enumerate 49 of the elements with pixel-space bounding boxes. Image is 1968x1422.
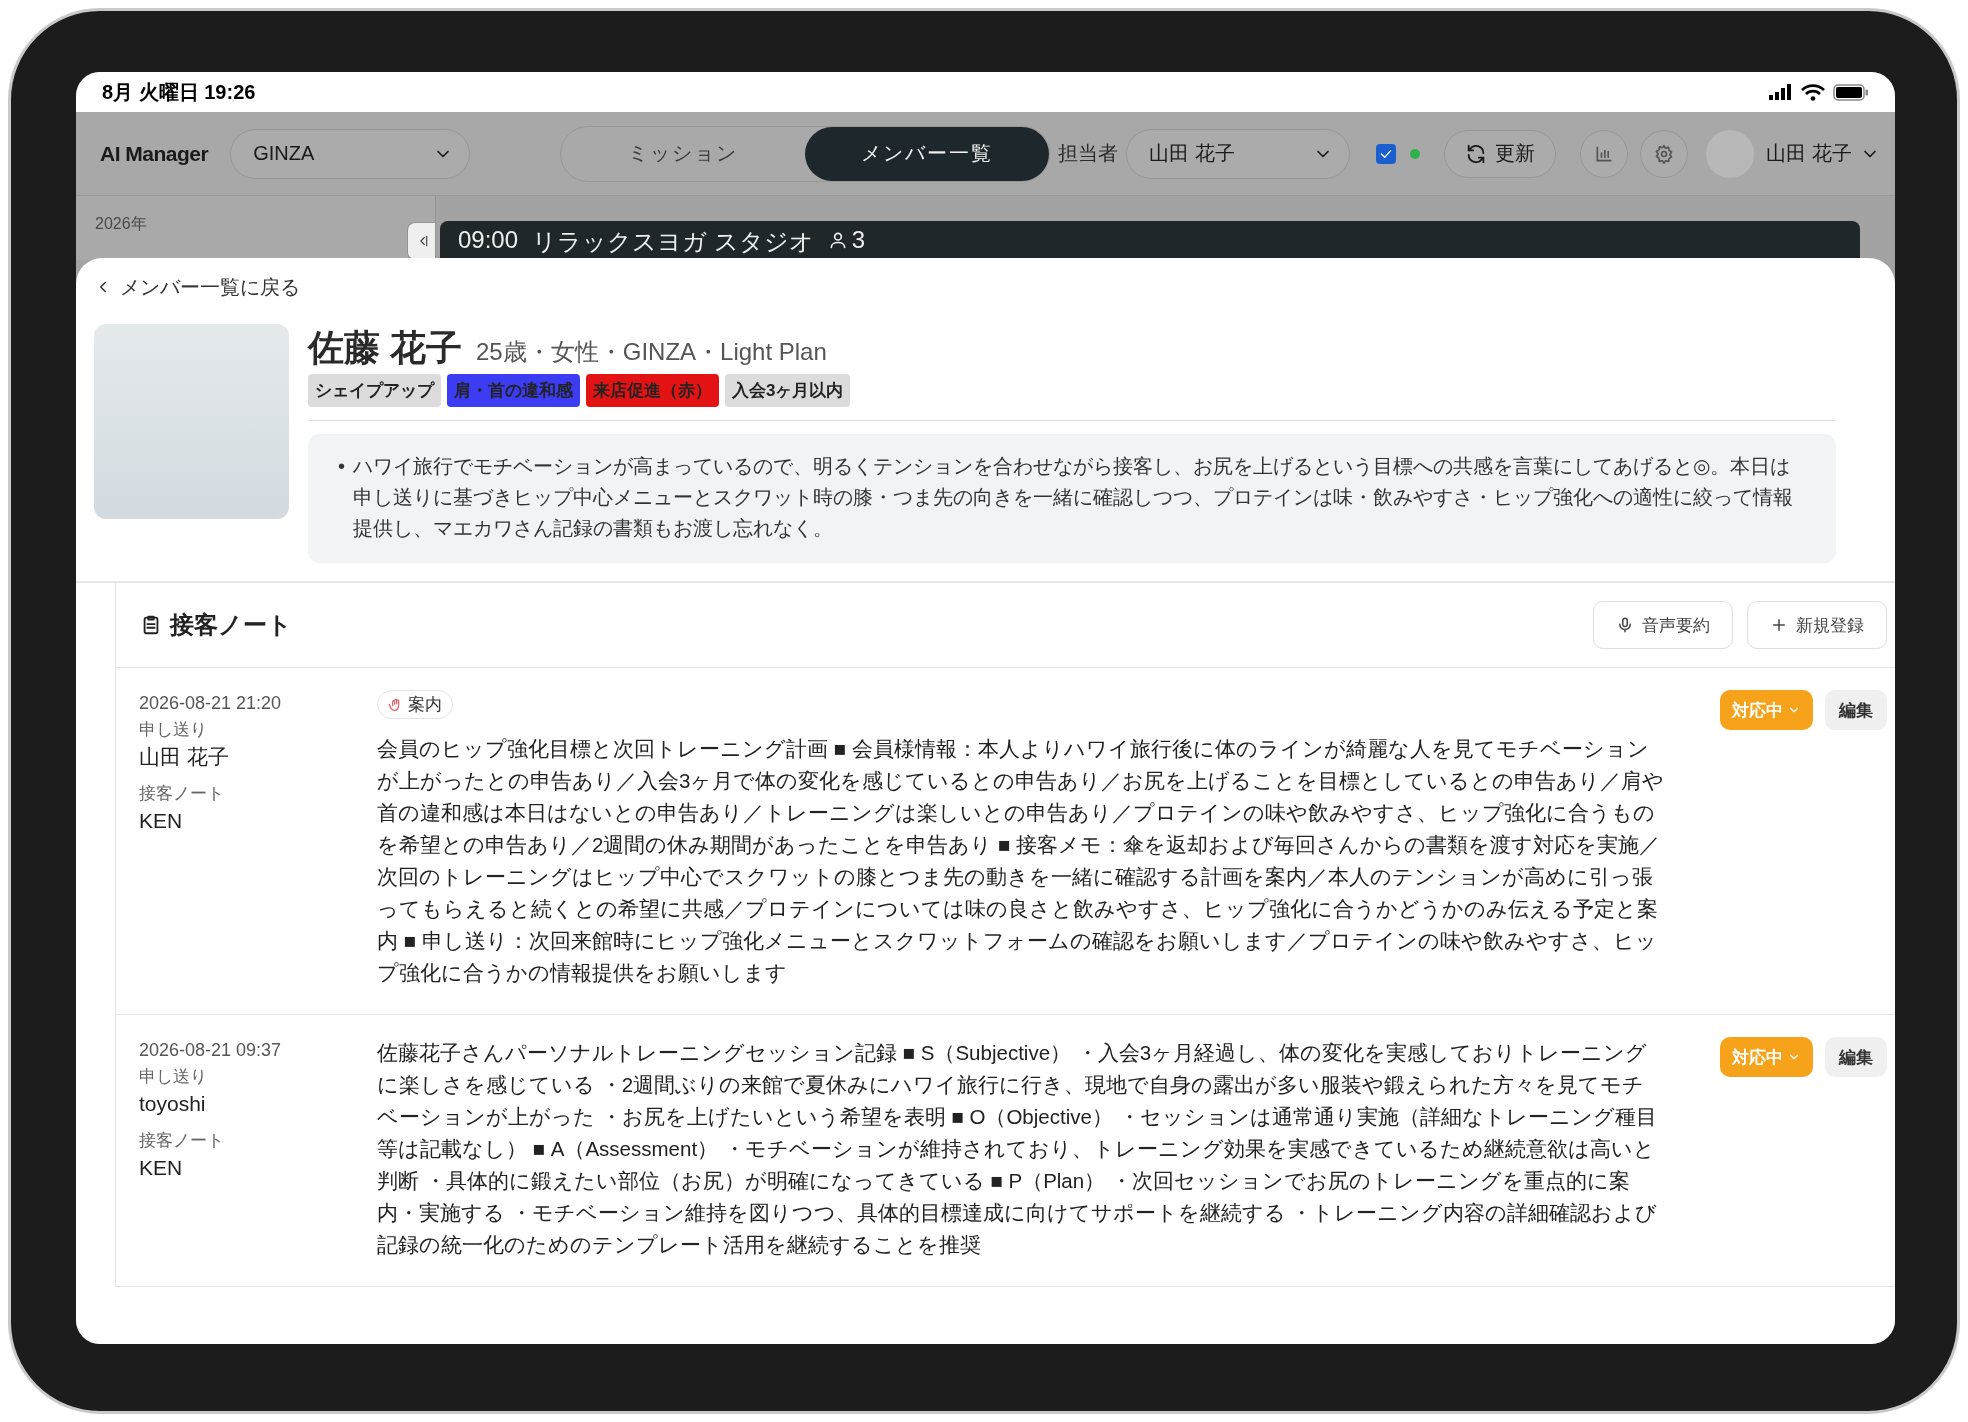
note-datetime: 2026-08-21 09:37 <box>139 1039 283 1062</box>
collapse-button[interactable] <box>407 222 435 260</box>
app-logo: AI Manager <box>100 141 209 166</box>
back-link[interactable]: メンバー一覧に戻る <box>94 272 300 302</box>
field-label: 接客ノート <box>139 783 225 805</box>
signal-icon <box>1769 84 1793 100</box>
person-icon <box>827 230 848 250</box>
note-datetime: 2026-08-21 21:20 <box>139 692 283 715</box>
tab[interactable]: メンバー一覧 <box>805 126 1050 181</box>
new-entry-button[interactable]: 新規登録 <box>1747 601 1887 649</box>
microphone-icon <box>1616 616 1634 634</box>
tab[interactable]: ミッション <box>561 126 806 181</box>
attendee-count: 3 <box>851 226 866 254</box>
voice-summary-button[interactable]: 音声要約 <box>1593 601 1733 649</box>
checkbox[interactable] <box>1376 143 1397 164</box>
settings-icon <box>1654 143 1675 164</box>
field-label: 接客ノート <box>139 1130 225 1152</box>
member-name: 佐藤 花子 <box>308 326 462 370</box>
field-label: 申し送り <box>139 719 208 741</box>
note-body: 会員のヒップ強化目標と次回トレーニング計画 ■ 会員様情報：本人よりハワイ旅行後に体のラインが綺麗な人を見てモチベーションが上がったとの申告あり／入会3ヶ月で体の変化を感じているとの申告あり／お尻を上げることを目標としているとの申告あり／肩や首の違和感は本日はないとの申告あり／トレーニングは楽しいとの申告あり／プロテインの味や飲みやすさ、ヒップ強化に合うものを希望との申告あり／2週間の休み期間があったことを申告あり ■ 接客メモ：傘を返却および毎回さんからの書類を渡す対応を実施／次回のトレーニングはヒップ中心でスクワットの膝とつま先の動きを一緒に確認する計画を案内／本人のテンションが高めに引っ張ってもらえると続くとの希望に共感／プロテインについては味の良さと飲みやすさ、ヒップ強化に合うかどうかのみ伝える予定と案内 ■ 申し送り：次回来館時にヒップ強化メニューとスクワットフォームの確認をお願いします／プロテインの味や飲みやすさ、ヒップ強化に合うかの情報提供をお願いします <box>377 736 1665 986</box>
tag: 肩・首の違和感 <box>447 374 580 407</box>
status-time: 8月 火曜日 19:26 <box>102 79 256 105</box>
field-label: 申し送り <box>139 1066 208 1088</box>
edit-button[interactable]: 編集 <box>1825 1037 1887 1077</box>
battery-icon <box>1833 83 1869 101</box>
store-select[interactable]: GINZA <box>230 128 471 179</box>
tag: 入会3ヶ月以内 <box>725 374 851 407</box>
edit-button[interactable]: 編集 <box>1825 690 1887 730</box>
handover-name: 山田 花子 <box>139 744 230 770</box>
tag: 来店促進（赤） <box>586 374 719 407</box>
year-label: 2026年 <box>95 214 147 234</box>
staff-select[interactable]: 山田 花子 <box>1126 128 1351 179</box>
handover-name: toyoshi <box>139 1091 207 1117</box>
note-author: KEN <box>139 808 184 834</box>
plus-icon <box>1770 616 1788 634</box>
schedule-time: 09:00 <box>458 226 519 254</box>
tag: シェイプアップ <box>308 374 441 407</box>
schedule-title: リラックスヨガ スタジオ <box>532 227 814 257</box>
schedule-bar[interactable]: 09:00 リラックスヨガ スタジオ 3 <box>440 221 1860 260</box>
refresh-button[interactable]: 更新 <box>1444 129 1557 178</box>
staff-label: 担当者 <box>1058 141 1119 166</box>
user-name[interactable]: 山田 花子 <box>1766 140 1852 167</box>
section-title: 接客ノート <box>170 610 292 640</box>
note-author: KEN <box>139 1155 184 1181</box>
note-body: 佐藤花子さんパーソナルトレーニングセッション記録 ■ S（Subjective） ・入会3ヶ月経過し、体の変化を実感しておりトレーニングに楽しさを感じている ・2週間ぶりの来館で夏休みにハワイ旅行に行き、現地で自身の露出が多い服装や鍛えられた方々を見てモチベーションが上がった ・お尻を上げたいという希望を表明 ■ O（Objective） ・セッションは通常通り実施（詳細なトレーニング種目等は記載なし） ■ A（Assessment） ・モチベーションが維持されており、トレーニング効果を実感できているため継続意欲は高いと判断 ・具体的に鍛えたい部位（お尻）が明確になってきている ■ P（Plan） ・次回セッションでお尻のトレーニングを重点的に案内・実施する ・モチベーション維持を図りつつ、具体的目標達成に向けてサポートを継続する ・トレーニング内容の詳細確認および記録の統一化のためのテンプレート活用を継続することを推奨 <box>377 1040 1659 1258</box>
member-details: 25歳・女性・GINZA・Light Plan <box>476 337 827 367</box>
bullet: • <box>338 454 345 479</box>
wifi-icon <box>1801 83 1825 101</box>
summary-text: ハワイ旅行でモチベーションが高まっているので、明るくテンションを合わせながら接客し、お尻を上げるという目標への共感を言葉にしてあげると◎。本日は申し送りに基づきヒップ中心メニューとスクワット時の膝・つま先の向きを一緒に確認しつつ、プロテインは味・飲みやすさ・ヒップ強化への適性に絞って情報提供し、マエカワさん記録の書類もお渡し忘れなく。 <box>353 454 1794 541</box>
